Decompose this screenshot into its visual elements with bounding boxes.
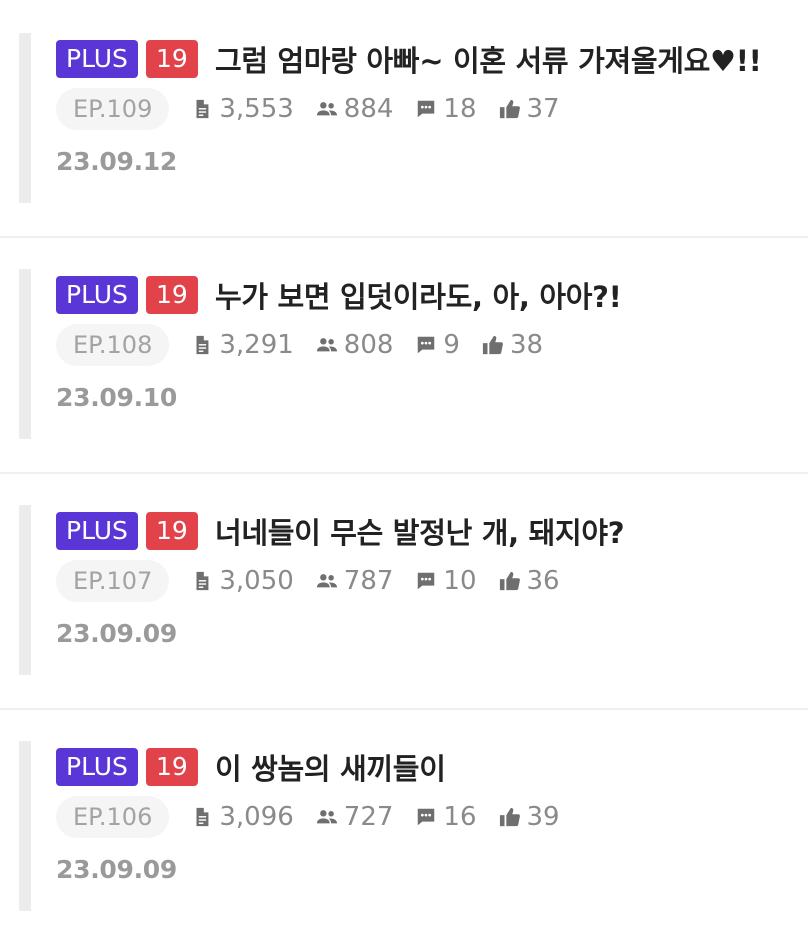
text-count-stat: 3,050 (191, 566, 294, 596)
episode-left-bar (19, 741, 31, 911)
episode-item[interactable]: PLUS 19 누가 보면 입덧이라도, 아, 아아?! EP.108 3,29… (0, 236, 808, 472)
likes-stat: 37 (499, 94, 560, 124)
likes-stat: 38 (482, 330, 543, 360)
episode-title-row[interactable]: PLUS 19 너네들이 무슨 발정난 개, 돼지야? (56, 510, 625, 552)
episode-title[interactable]: 이 쌍놈의 새끼들이 (215, 746, 446, 788)
episode-meta: EP.109 3,553 884 18 37 (56, 88, 560, 130)
likes-value: 37 (526, 94, 560, 124)
episode-meta: EP.108 3,291 808 9 38 (56, 324, 543, 366)
divider (0, 708, 808, 710)
episode-meta: EP.106 3,096 727 16 39 (56, 796, 560, 838)
viewers-value: 787 (343, 566, 394, 596)
age-rating-badge: 19 (145, 748, 198, 786)
viewers-value: 884 (343, 94, 394, 124)
episode-number: EP.108 (56, 324, 170, 366)
likes-value: 36 (526, 566, 560, 596)
likes-stat: 36 (499, 566, 560, 596)
document-icon (196, 807, 209, 827)
viewers-stat: 884 (316, 94, 394, 124)
plus-badge: PLUS (56, 512, 138, 550)
episode-title[interactable]: 너네들이 무슨 발정난 개, 돼지야? (215, 510, 625, 552)
comment-icon (418, 336, 435, 354)
text-count-stat: 3,291 (191, 330, 294, 360)
people-icon (316, 102, 337, 116)
comments-stat: 18 (415, 94, 477, 124)
episode-list: PLUS 19 그럼 엄마랑 아빠~ 이혼 서류 가져올게요♥!! EP.109… (0, 0, 808, 919)
episode-title[interactable]: 누가 보면 입덧이라도, 아, 아아?! (215, 274, 622, 316)
comments-stat: 9 (415, 330, 460, 360)
comments-value: 16 (443, 802, 477, 832)
document-icon (196, 571, 209, 591)
episode-number: EP.109 (56, 88, 170, 130)
thumbs-up-icon (482, 335, 503, 355)
episode-item[interactable]: PLUS 19 너네들이 무슨 발정난 개, 돼지야? EP.107 3,050… (0, 472, 808, 708)
text-count-value: 3,096 (219, 802, 294, 832)
likes-stat: 39 (499, 802, 560, 832)
text-count-value: 3,553 (219, 94, 294, 124)
divider (0, 472, 808, 474)
comments-value: 18 (443, 94, 477, 124)
document-icon (196, 335, 209, 355)
episode-number: EP.106 (56, 796, 170, 838)
episode-title[interactable]: 그럼 엄마랑 아빠~ 이혼 서류 가져올게요♥!! (215, 38, 762, 80)
age-rating-badge: 19 (145, 512, 198, 550)
episode-date: 23.09.09 (56, 619, 177, 648)
viewers-stat: 787 (316, 566, 394, 596)
comment-icon (418, 572, 435, 590)
thumbs-up-icon (499, 571, 520, 591)
divider (0, 236, 808, 238)
people-icon (316, 810, 337, 824)
viewers-value: 727 (343, 802, 394, 832)
age-rating-badge: 19 (145, 40, 198, 78)
episode-left-bar (19, 505, 31, 675)
comments-value: 10 (443, 566, 477, 596)
text-count-value: 3,050 (219, 566, 294, 596)
episode-number: EP.107 (56, 560, 170, 602)
plus-badge: PLUS (56, 40, 138, 78)
age-rating-badge: 19 (145, 276, 198, 314)
episode-item[interactable]: PLUS 19 이 쌍놈의 새끼들이 EP.106 3,096 727 16 3… (0, 708, 808, 944)
viewers-stat: 727 (316, 802, 394, 832)
episode-left-bar (19, 269, 31, 439)
likes-value: 39 (526, 802, 560, 832)
people-icon (316, 574, 337, 588)
text-count-stat: 3,096 (191, 802, 294, 832)
people-icon (316, 338, 337, 352)
likes-value: 38 (509, 330, 544, 360)
text-count-stat: 3,553 (191, 94, 294, 124)
thumbs-up-icon (499, 99, 520, 119)
episode-item[interactable]: PLUS 19 그럼 엄마랑 아빠~ 이혼 서류 가져올게요♥!! EP.109… (0, 0, 808, 236)
plus-badge: PLUS (56, 276, 138, 314)
viewers-stat: 808 (316, 330, 394, 360)
plus-badge: PLUS (56, 748, 138, 786)
comments-stat: 16 (415, 802, 477, 832)
comment-icon (418, 100, 435, 118)
episode-date: 23.09.10 (56, 383, 177, 412)
episode-title-row[interactable]: PLUS 19 누가 보면 입덧이라도, 아, 아아?! (56, 276, 622, 314)
comments-stat: 10 (415, 566, 477, 596)
episode-title-row[interactable]: PLUS 19 그럼 엄마랑 아빠~ 이혼 서류 가져올게요♥!! (56, 40, 762, 78)
episode-meta: EP.107 3,050 787 10 36 (56, 560, 560, 602)
episode-title-row[interactable]: PLUS 19 이 쌍놈의 새끼들이 (56, 748, 446, 786)
episode-date: 23.09.12 (56, 147, 177, 176)
comment-icon (418, 808, 435, 826)
viewers-value: 808 (343, 330, 394, 360)
episode-left-bar (19, 33, 31, 203)
text-count-value: 3,291 (219, 330, 294, 360)
comments-value: 9 (443, 330, 460, 360)
document-icon (196, 99, 209, 119)
thumbs-up-icon (499, 807, 520, 827)
episode-date: 23.09.09 (56, 855, 177, 884)
